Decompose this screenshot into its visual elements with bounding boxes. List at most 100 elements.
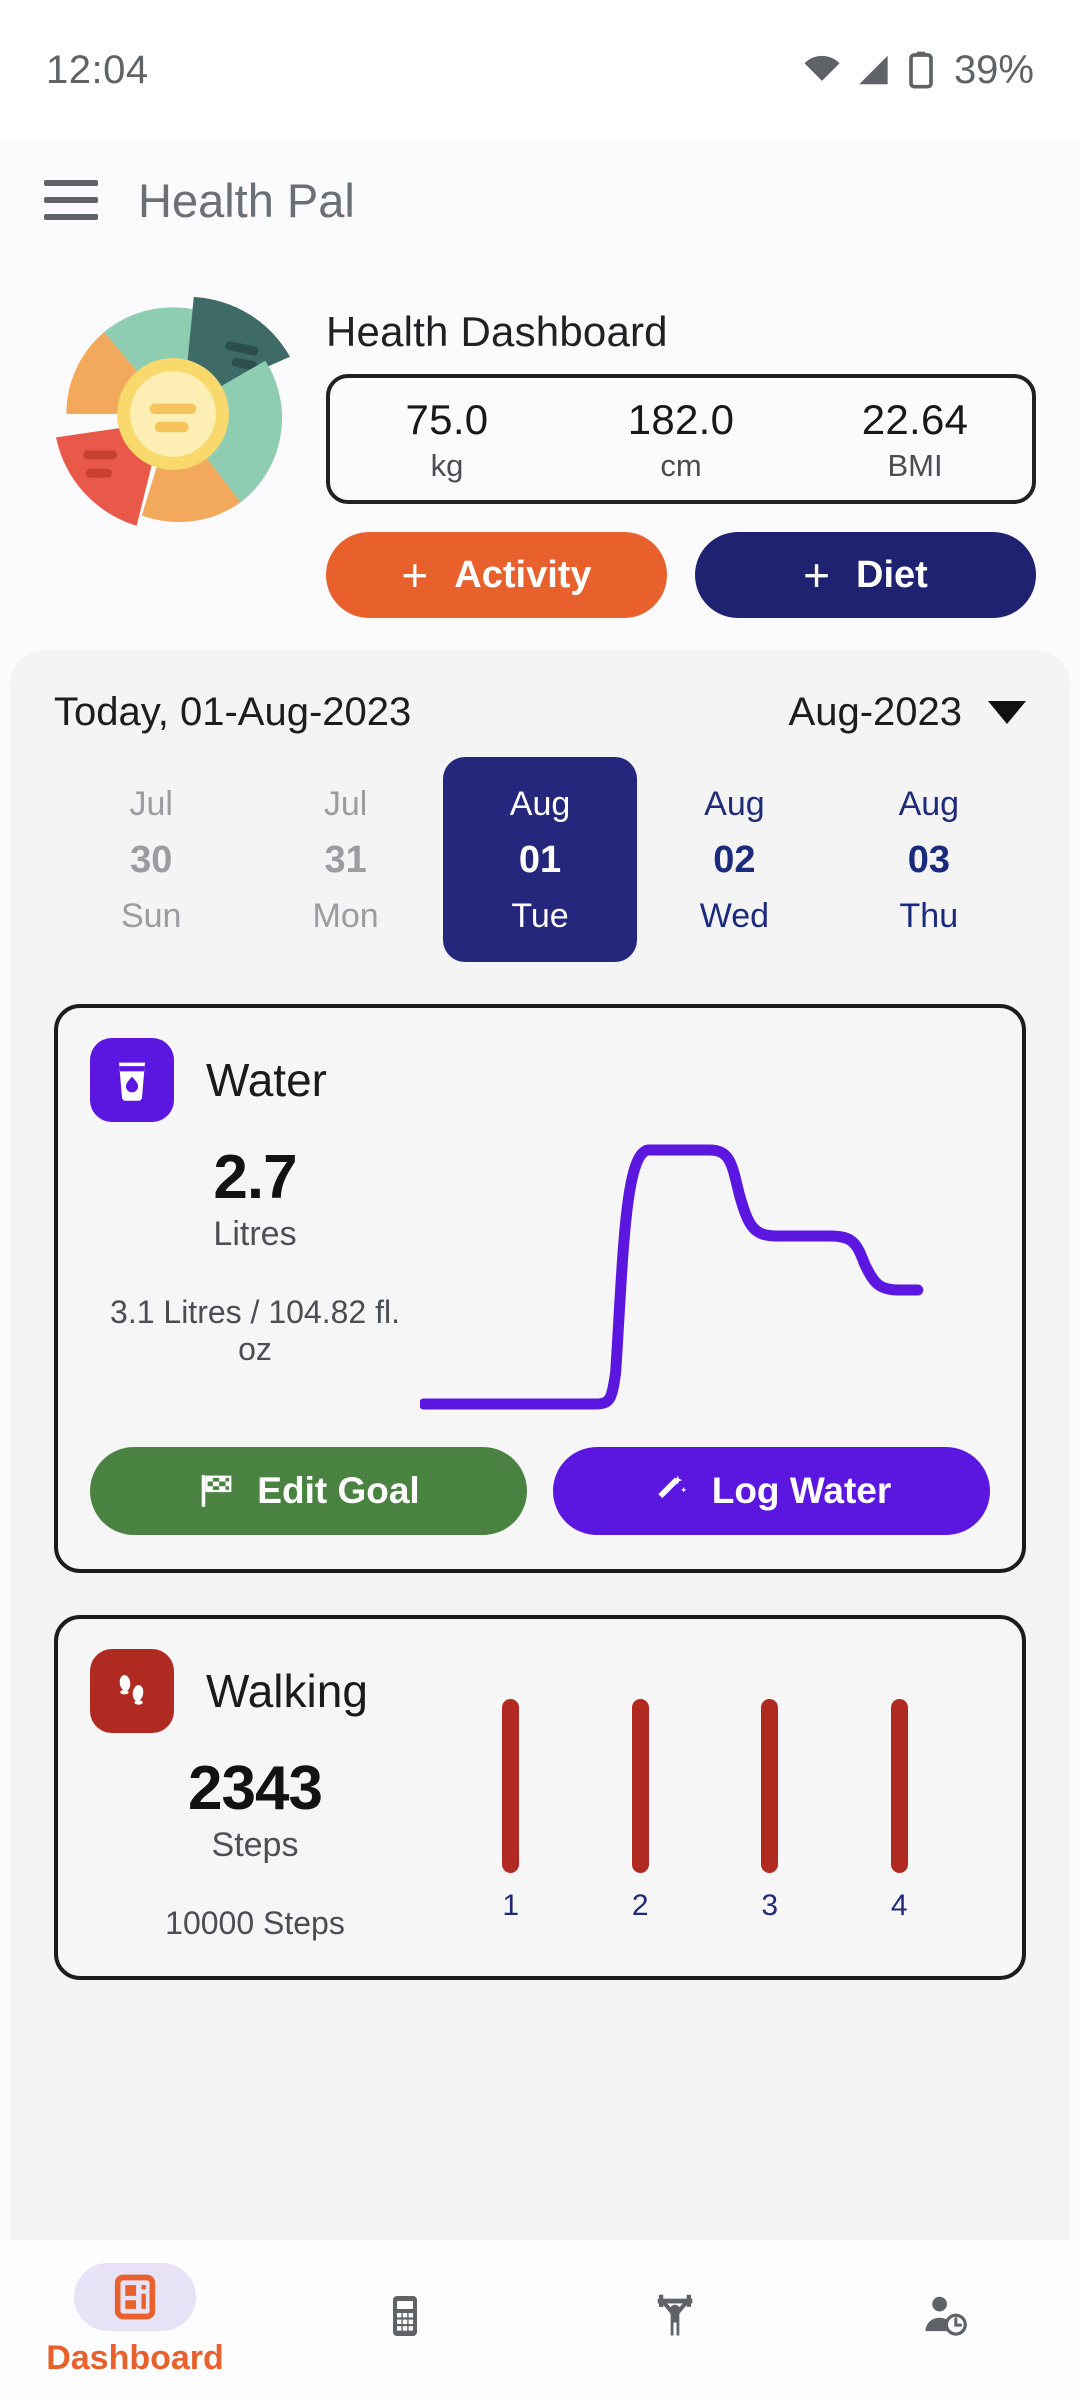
date-strip: Jul 30 Sun Jul 31 Mon Aug 01 Tue Aug 02 …	[54, 757, 1026, 962]
date-chip-month: Jul	[129, 785, 173, 823]
bar-item: 1	[502, 1698, 520, 1923]
month-selector[interactable]: Aug-2023	[789, 690, 1026, 735]
date-chip-month: Aug	[509, 785, 571, 823]
battery-percent: 39%	[953, 47, 1034, 92]
chevron-down-icon	[988, 701, 1026, 724]
wifi-icon	[804, 55, 840, 81]
stat-height-unit: cm	[660, 448, 702, 483]
bottom-navigation: Dashboard	[0, 2240, 1080, 2400]
hamburger-menu-icon[interactable]	[44, 180, 98, 220]
date-chip-month: Jul	[323, 785, 368, 823]
water-card-header: Water	[90, 1037, 990, 1122]
date-chip-weekday: Sun	[120, 896, 182, 935]
date-header: Today, 01-Aug-2023 Aug-2023	[54, 690, 1026, 735]
stat-bmi: 22.64 BMI	[798, 396, 1032, 484]
walking-card-title: Walking	[206, 1664, 368, 1717]
walking-card[interactable]: Walking 2343 Steps 10000 Steps 1 2 3 4	[54, 1614, 1026, 1980]
stat-weight-unit: kg	[430, 448, 464, 483]
nav-item-calculator[interactable]	[270, 2282, 540, 2358]
date-chip-day: 30	[130, 839, 173, 881]
water-card-actions: Edit Goal Log Water	[90, 1446, 990, 1535]
date-chip-month: Aug	[704, 785, 765, 823]
checkered-flag-icon	[202, 1474, 232, 1507]
stat-height-value: 182.0	[627, 396, 735, 443]
water-goal-line: 3.1 Litres / 104.82 fl. oz	[110, 1293, 400, 1367]
plus-icon: +	[401, 549, 429, 601]
bar-item: 2	[631, 1698, 649, 1923]
date-chip-aug-02[interactable]: Aug 02 Wed	[637, 757, 831, 962]
water-card-stats: 2.7 Litres 3.1 Litres / 104.82 fl. oz	[90, 1132, 420, 1417]
bar-item: 3	[761, 1698, 779, 1923]
steps-unit: Steps	[211, 1825, 299, 1864]
bar	[502, 1698, 520, 1873]
date-chip-weekday: Wed	[699, 896, 770, 935]
date-chip-weekday: Tue	[511, 896, 569, 935]
bar-label: 1	[502, 1888, 520, 1922]
person-clock-icon	[884, 2282, 1006, 2350]
footprints-icon	[90, 1648, 174, 1733]
weightlifting-icon	[614, 2282, 736, 2350]
pie-chart-illustration	[38, 284, 308, 544]
nav-item-workout[interactable]	[540, 2282, 810, 2358]
stat-bmi-unit: BMI	[887, 448, 943, 483]
add-activity-label: Activity	[454, 553, 592, 596]
content-sheet: Today, 01-Aug-2023 Aug-2023 Jul 30 Sun J…	[10, 650, 1070, 2400]
stat-weight: 75.0 kg	[330, 396, 564, 484]
date-chip-aug-01-selected[interactable]: Aug 01 Tue	[442, 757, 638, 962]
app-bar: Health Pal	[0, 140, 1080, 260]
stat-weight-value: 75.0	[405, 396, 489, 443]
date-chip-day: 01	[518, 839, 562, 881]
today-label: Today, 01-Aug-2023	[54, 690, 412, 734]
bar-label: 2	[631, 1888, 649, 1922]
add-activity-button[interactable]: + Activity	[326, 532, 667, 618]
hero-title: Health Dashboard	[326, 308, 668, 355]
water-card-title: Water	[206, 1053, 327, 1106]
hero-content: Health Dashboard 75.0 kg 182.0 cm 22.64 …	[326, 284, 1036, 618]
date-chip-weekday: Thu	[899, 896, 959, 935]
walking-card-stats: 2343 Steps 10000 Steps	[90, 1743, 420, 1942]
date-chip-day: 02	[713, 839, 756, 881]
add-diet-button[interactable]: + Diet	[695, 532, 1036, 618]
date-chip-month: Aug	[898, 785, 960, 823]
walking-bar-chart: 1 2 3 4	[420, 1698, 990, 1942]
log-water-label: Log Water	[711, 1469, 892, 1511]
status-time: 12:04	[46, 47, 149, 92]
nav-item-dashboard[interactable]: Dashboard	[0, 2262, 270, 2378]
water-card[interactable]: Water 2.7 Litres 3.1 Litres / 104.82 fl.…	[54, 1003, 1026, 1573]
nav-item-history[interactable]	[810, 2282, 1080, 2358]
edit-goal-button[interactable]: Edit Goal	[90, 1446, 527, 1535]
edit-goal-label: Edit Goal	[257, 1469, 420, 1511]
water-unit: Litres	[213, 1214, 297, 1253]
bar-label: 3	[761, 1888, 779, 1922]
steps-goal-line: 10000 Steps	[165, 1904, 345, 1941]
status-indicators: 39%	[802, 48, 1034, 93]
hero-actions: + Activity + Diet	[326, 532, 1036, 618]
date-chip-aug-03[interactable]: Aug 03 Thu	[832, 757, 1026, 962]
bars-container: 1 2 3 4	[420, 1698, 990, 1923]
bar-item: 4	[890, 1698, 908, 1923]
bar-label: 4	[890, 1888, 908, 1922]
body-stats-box[interactable]: 75.0 kg 182.0 cm 22.64 BMI	[326, 374, 1036, 504]
calculator-icon	[344, 2282, 466, 2350]
date-chip-day: 03	[907, 839, 950, 881]
date-chip-jul-31[interactable]: Jul 31 Mon	[248, 757, 442, 962]
cell-signal-icon	[859, 55, 888, 85]
date-chip-day: 31	[324, 839, 367, 881]
dashboard-icon	[74, 2262, 196, 2331]
water-line-chart	[420, 1132, 990, 1417]
water-glass-icon	[90, 1037, 174, 1122]
dashboard-hero: Health Dashboard 75.0 kg 182.0 cm 22.64 …	[0, 260, 1080, 618]
magic-wand-icon	[658, 1475, 687, 1498]
water-card-body: 2.7 Litres 3.1 Litres / 104.82 fl. oz	[90, 1132, 990, 1417]
date-chip-jul-30[interactable]: Jul 30 Sun	[54, 757, 248, 962]
stat-height: 182.0 cm	[564, 396, 798, 484]
bar	[890, 1698, 908, 1873]
stat-bmi-value: 22.64	[861, 396, 969, 443]
bar	[631, 1698, 649, 1873]
status-bar: 12:04 39%	[0, 0, 1080, 140]
page-title: Health Pal	[138, 173, 355, 227]
date-chip-weekday: Mon	[312, 896, 379, 935]
app-root: 12:04 39% Health Pal Health Dashboard 75…	[0, 0, 1080, 2400]
walking-card-header: Walking	[90, 1648, 990, 1733]
log-water-button[interactable]: Log Water	[553, 1446, 990, 1535]
